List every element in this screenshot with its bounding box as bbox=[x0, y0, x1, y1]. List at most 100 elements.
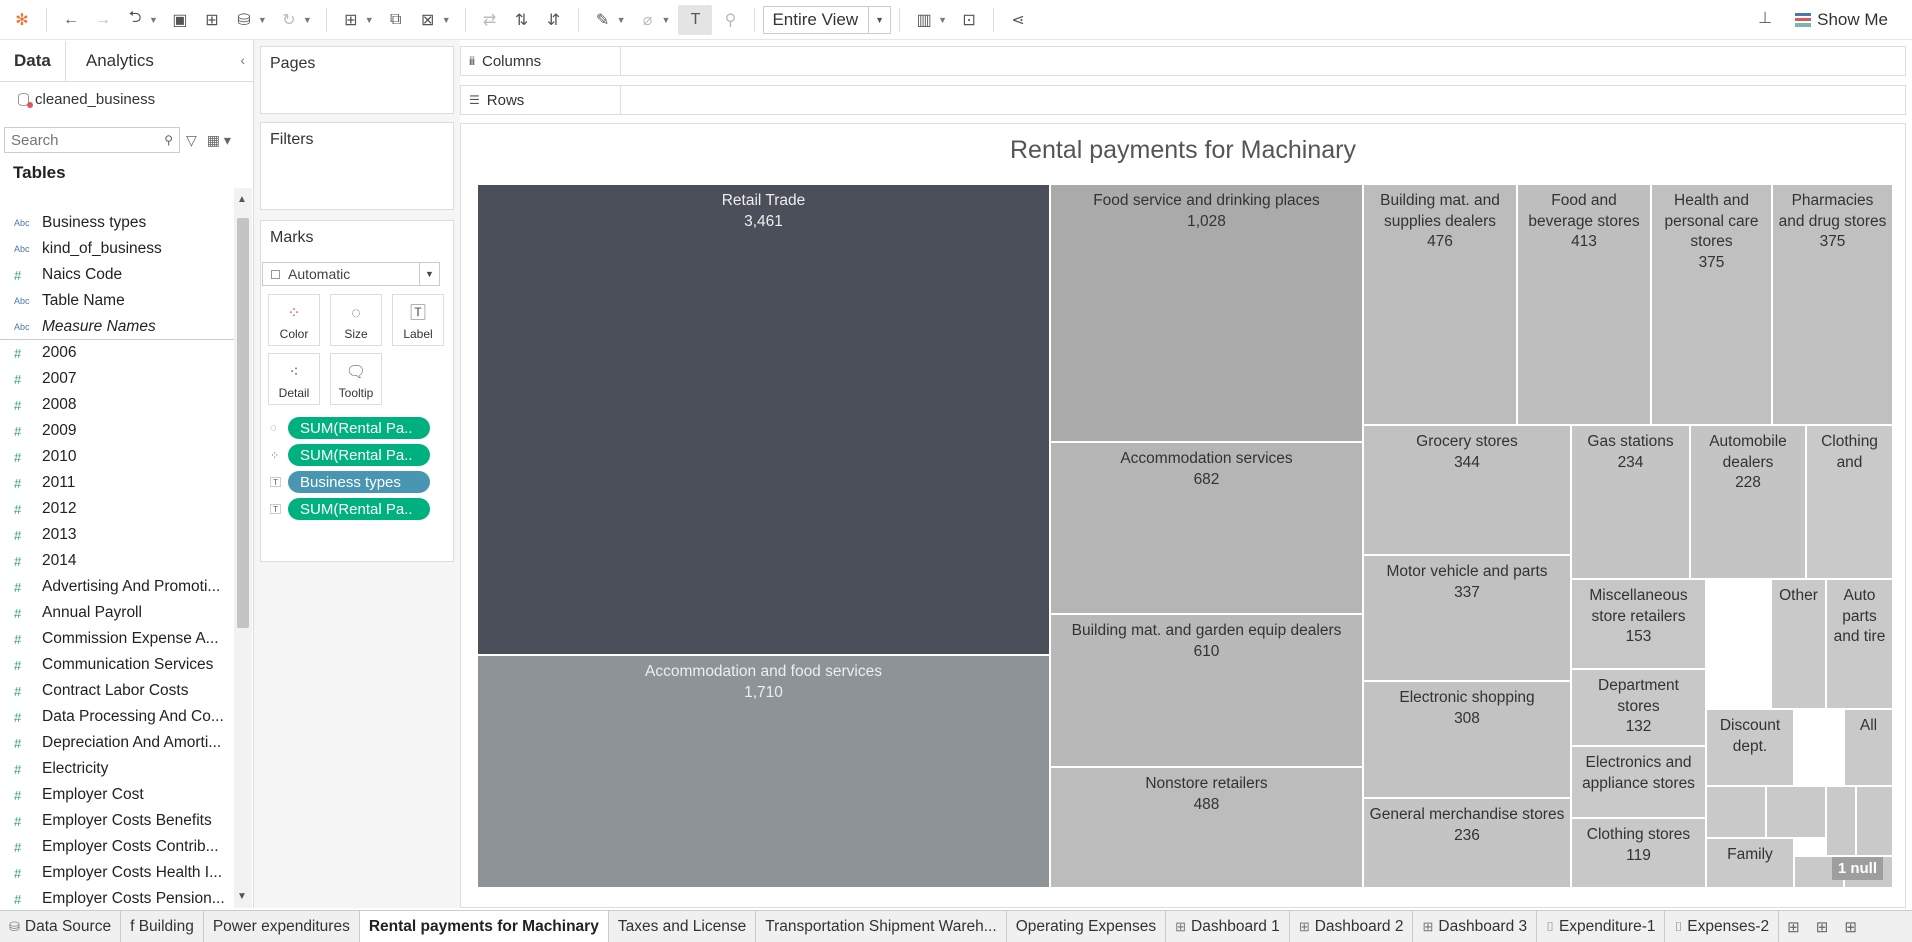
sheet-tab[interactable]: Operating Expenses bbox=[1007, 911, 1167, 942]
sheet-tab[interactable]: ⊞ Dashboard 3 bbox=[1413, 911, 1538, 942]
field-item[interactable]: # Employer Costs Health I... bbox=[0, 860, 234, 886]
pause-dropdown-icon[interactable]: ▼ bbox=[258, 15, 267, 25]
treemap-tile[interactable]: Miscellaneous store retailers 153 bbox=[1571, 579, 1706, 669]
search-input[interactable] bbox=[11, 131, 151, 149]
sheet-tab[interactable]: Power expenditures bbox=[204, 911, 360, 942]
sheet-tab[interactable]: ⊞ Dashboard 2 bbox=[1290, 911, 1414, 942]
treemap-tile[interactable]: Clothing stores 119 bbox=[1571, 818, 1706, 888]
label-button[interactable]: 🅃 Label bbox=[392, 294, 444, 346]
treemap-tile[interactable]: Gas stations 234 bbox=[1571, 425, 1690, 579]
sheet-tab[interactable]: ⛁ Data Source bbox=[0, 911, 122, 942]
mark-type-dropdown[interactable]: Automatic ▼ bbox=[262, 262, 440, 286]
datasource-item[interactable]: cleaned_business bbox=[0, 82, 253, 116]
treemap-tile[interactable]: Electronic shopping 308 bbox=[1363, 681, 1571, 798]
field-item[interactable]: Abc Business types bbox=[0, 210, 234, 236]
field-item[interactable]: #2007 bbox=[0, 366, 234, 392]
treemap-tile[interactable]: Other bbox=[1771, 579, 1826, 709]
field-item[interactable]: #2008 bbox=[0, 392, 234, 418]
filters-card[interactable]: Filters bbox=[260, 122, 454, 210]
search-box[interactable]: ⚲ bbox=[4, 127, 180, 153]
field-pill[interactable]: SUM(Rental Pa.. bbox=[288, 417, 430, 439]
tab-data[interactable]: Data bbox=[0, 41, 66, 81]
treemap-tile[interactable]: Food and beverage stores 413 bbox=[1517, 184, 1651, 425]
pin-icon[interactable]: ⊥ bbox=[1758, 8, 1772, 28]
treemap-tile[interactable]: Department stores 132 bbox=[1571, 669, 1706, 746]
show-me-button[interactable]: Show Me bbox=[1795, 5, 1888, 35]
field-pill[interactable]: SUM(Rental Pa.. bbox=[288, 498, 430, 520]
sort-ascending-icon[interactable]: ⇅ bbox=[508, 5, 536, 35]
treemap-tile[interactable]: Building mat. and supplies dealers 476 bbox=[1363, 184, 1517, 425]
clear-sheet-icon[interactable]: ⊠ bbox=[414, 5, 442, 35]
treemap-tile[interactable]: All bbox=[1844, 709, 1893, 786]
field-item[interactable]: #2013 bbox=[0, 522, 234, 548]
treemap-tile[interactable]: General merchandise stores 236 bbox=[1363, 798, 1571, 888]
field-item[interactable]: # Electricity bbox=[0, 756, 234, 782]
refresh-dropdown-icon[interactable]: ▼ bbox=[303, 15, 312, 25]
group-dropdown-icon[interactable]: ▼ bbox=[662, 15, 671, 25]
treemap-tile[interactable]: Family bbox=[1706, 838, 1794, 888]
treemap-tile[interactable] bbox=[1826, 786, 1856, 856]
field-item[interactable]: #2012 bbox=[0, 496, 234, 522]
treemap-tile[interactable]: Automobile dealers 228 bbox=[1690, 425, 1806, 579]
sheet-tab[interactable]: f Building bbox=[121, 911, 204, 942]
refresh-icon[interactable]: ↻ bbox=[275, 5, 303, 35]
show-mark-labels-icon[interactable]: T bbox=[678, 4, 713, 35]
treemap-tile[interactable]: Discount dept. bbox=[1706, 709, 1794, 786]
scrollbar-thumb[interactable] bbox=[237, 218, 249, 628]
field-pill[interactable]: SUM(Rental Pa.. bbox=[288, 444, 430, 466]
scroll-down-icon[interactable]: ▼ bbox=[237, 891, 247, 902]
treemap-tile[interactable]: Clothing and bbox=[1806, 425, 1893, 579]
field-item[interactable]: # Advertising And Promoti... bbox=[0, 574, 234, 600]
duplicate-sheet-icon[interactable]: ⧉ bbox=[382, 5, 410, 35]
field-item[interactable]: # Contract Labor Costs bbox=[0, 678, 234, 704]
field-list-scrollbar[interactable]: ▲ ▼ bbox=[234, 188, 252, 908]
sheet-tab[interactable]: Rental payments for Machinary bbox=[359, 911, 609, 942]
clear-sheet-dropdown-icon[interactable]: ▼ bbox=[442, 15, 451, 25]
new-worksheet-icon[interactable]: ⊞ bbox=[1779, 911, 1808, 942]
pause-updates-icon[interactable]: ⛁ bbox=[230, 5, 258, 35]
new-worksheet-dropdown-icon[interactable]: ▼ bbox=[365, 15, 374, 25]
replay-dropdown-icon[interactable]: ▼ bbox=[149, 15, 158, 25]
field-item[interactable]: #2006 bbox=[0, 340, 234, 366]
undo-icon[interactable]: ← bbox=[57, 5, 85, 35]
fix-axes-icon[interactable]: ⚲ bbox=[716, 5, 744, 35]
highlight-icon[interactable]: ✎ bbox=[589, 5, 617, 35]
sort-descending-icon[interactable]: ⇵ bbox=[540, 5, 568, 35]
tableau-logo-icon[interactable]: ✻ bbox=[8, 5, 36, 35]
tab-analytics[interactable]: Analytics bbox=[66, 41, 168, 81]
filter-icon[interactable]: ▽ bbox=[186, 132, 197, 149]
replay-icon[interactable]: ⮌ bbox=[121, 5, 149, 35]
sheet-tab[interactable]: ⌷ Expenses-2 bbox=[1665, 911, 1780, 942]
sheet-tab[interactable]: ⊞ Dashboard 1 bbox=[1166, 911, 1290, 942]
treemap-tile[interactable]: Auto parts and tire bbox=[1826, 579, 1893, 709]
rows-shelf[interactable]: ☰ Rows bbox=[460, 85, 1906, 115]
swap-rows-columns-icon[interactable]: ⇄ bbox=[476, 5, 504, 35]
field-pill[interactable]: Business types bbox=[288, 471, 430, 493]
fit-dropdown[interactable]: Entire View ▼ bbox=[763, 5, 892, 34]
field-item[interactable]: # Commission Expense A... bbox=[0, 626, 234, 652]
field-item[interactable]: # Communication Services bbox=[0, 652, 234, 678]
new-story-icon[interactable]: ⊞ bbox=[1836, 911, 1865, 942]
field-item[interactable]: # Employer Cost bbox=[0, 782, 234, 808]
tooltip-button[interactable]: 🗨 Tooltip bbox=[330, 353, 382, 405]
size-button[interactable]: ◌ Size bbox=[330, 294, 382, 346]
field-item[interactable]: #2011 bbox=[0, 470, 234, 496]
treemap-tile[interactable]: Accommodation and food services 1,710 bbox=[477, 655, 1050, 888]
show-cards-icon[interactable]: ▥ bbox=[910, 5, 938, 35]
redo-icon[interactable]: → bbox=[89, 5, 117, 35]
treemap-tile[interactable]: Accommodation services 682 bbox=[1050, 442, 1363, 614]
field-item[interactable]: # Annual Payroll bbox=[0, 600, 234, 626]
field-item[interactable]: # Data Processing And Co... bbox=[0, 704, 234, 730]
null-indicator[interactable]: 1 null bbox=[1831, 857, 1883, 880]
field-item[interactable]: Abc kind_of_business bbox=[0, 236, 234, 262]
color-button[interactable]: ⁘ Color bbox=[268, 294, 320, 346]
field-item[interactable]: #2009 bbox=[0, 418, 234, 444]
treemap-tile[interactable] bbox=[1856, 786, 1893, 856]
treemap-tile[interactable]: Pharmacies and drug stores 375 bbox=[1772, 184, 1893, 425]
share-icon[interactable]: ⋖ bbox=[1004, 5, 1032, 35]
new-worksheet-icon[interactable]: ⊞ bbox=[337, 5, 365, 35]
field-item[interactable]: # Naics Code bbox=[0, 262, 234, 288]
field-item[interactable]: Abc Table Name bbox=[0, 288, 234, 314]
treemap-tile[interactable]: Electronics and appliance stores bbox=[1571, 746, 1706, 818]
sheet-tab[interactable]: ⌷ Expenditure-1 bbox=[1537, 911, 1666, 942]
